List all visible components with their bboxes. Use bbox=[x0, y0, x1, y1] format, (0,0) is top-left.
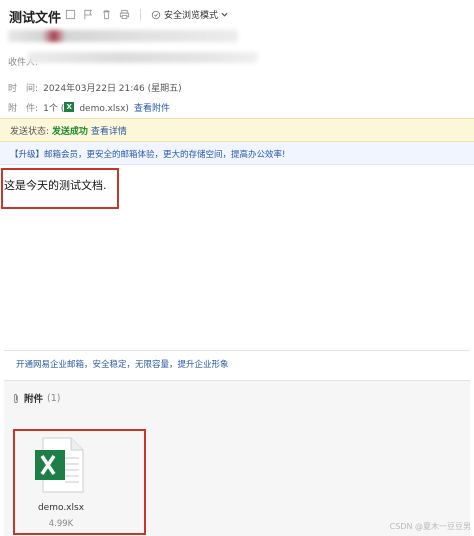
chevron-down-icon bbox=[221, 12, 228, 17]
enterprise-mail-promo[interactable]: 开通网易企业邮箱，安全稳定，无限容量，提升企业形象 bbox=[16, 358, 229, 370]
send-status-bar: 发送状态: 发送成功 查看详情 bbox=[0, 118, 474, 142]
time-row: 时 间: 2024年03月22日 21:46 (星期五) bbox=[8, 76, 182, 95]
attachment-file-size: 4.99K bbox=[48, 519, 74, 529]
attachments-count: (1) bbox=[47, 392, 61, 404]
shield-icon bbox=[151, 10, 161, 19]
star-icon[interactable] bbox=[64, 9, 76, 21]
body-divider bbox=[4, 350, 470, 351]
flag-icon[interactable] bbox=[82, 9, 94, 21]
safe-browse-label: 安全浏览模式 bbox=[164, 11, 219, 21]
delete-icon[interactable] bbox=[100, 9, 112, 21]
send-status-value: 发送成功 bbox=[51, 127, 88, 137]
view-attachments-link[interactable]: 查看附件 bbox=[134, 104, 170, 114]
upgrade-banner[interactable]: 【升级】邮箱会员，更安全的邮箱体验，更大的存储空间，提高办公效率! bbox=[0, 142, 474, 165]
attachments-title: 附件 bbox=[24, 394, 44, 405]
paperclip-icon bbox=[14, 393, 18, 403]
safe-browse-dropdown[interactable]: 安全浏览模式 bbox=[151, 8, 228, 21]
attachment-filename[interactable]: demo.xlsx bbox=[79, 104, 125, 114]
attachment-count-close: ) bbox=[125, 104, 129, 114]
email-subject: 测试文件 bbox=[9, 11, 62, 26]
sender-redacted bbox=[8, 30, 238, 42]
attachments-header: 附件 (1) bbox=[12, 391, 60, 405]
highlight-box-body bbox=[1, 168, 119, 209]
attachment-file-name[interactable]: demo.xlsx bbox=[34, 503, 88, 513]
time-label: 时 间: bbox=[8, 84, 39, 94]
excel-file-icon[interactable] bbox=[33, 436, 88, 494]
excel-icon: X bbox=[64, 101, 75, 112]
send-status-label: 发送状态: bbox=[10, 127, 50, 137]
watermark: CSDN @夏木一豆豆男 bbox=[389, 522, 471, 531]
print-icon[interactable] bbox=[118, 9, 130, 21]
upgrade-banner-text[interactable]: 【升级】邮箱会员，更安全的邮箱体验，更大的存储空间，提高办公效率! bbox=[10, 148, 285, 160]
toolbar-divider bbox=[140, 8, 141, 21]
attachment-row: 附 件: 1个 (X demo.xlsx) 查看附件 bbox=[8, 96, 170, 115]
time-value: 2024年03月22日 21:46 (星期五) bbox=[43, 84, 182, 94]
attachment-label: 附 件: bbox=[8, 104, 39, 114]
attachment-count: 1个 ( bbox=[43, 104, 65, 114]
view-details-link[interactable]: 查看详情 bbox=[91, 127, 127, 137]
recipient-redacted bbox=[28, 52, 258, 63]
subject-toolbar: 安全浏览模式 bbox=[64, 8, 228, 21]
